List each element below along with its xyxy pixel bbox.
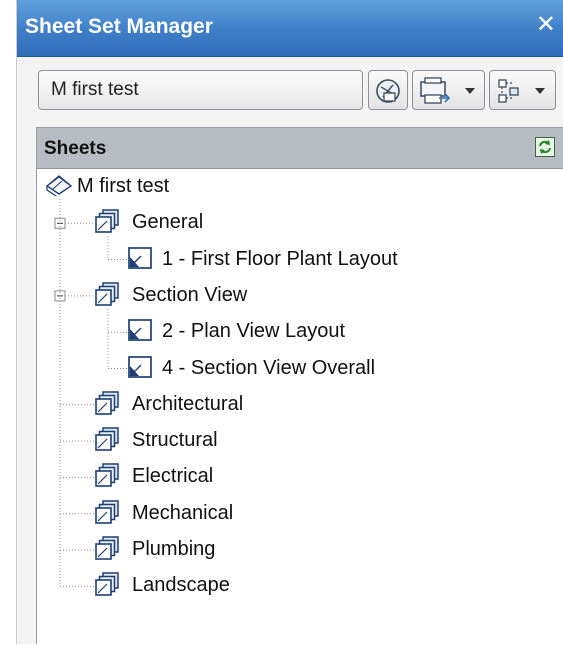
close-icon[interactable]: ✕ bbox=[536, 11, 556, 39]
sheets-tab-label: Sheets bbox=[44, 138, 107, 159]
sheet-set-manager-palette: Sheet Set Manager ✕ M first test Sheets … bbox=[16, 0, 563, 644]
sheet-tree: M first test General 1 - First Floor Plant… bbox=[37, 169, 563, 645]
title-bar[interactable]: Sheet Set Manager ✕ bbox=[17, 0, 563, 57]
subset-icon bbox=[94, 208, 122, 239]
sheet-set-root-label: M first test bbox=[77, 175, 170, 197]
sheet-set-dropdown-value: M first test bbox=[51, 79, 139, 100]
subset-mechanical-label: Mechanical bbox=[132, 501, 234, 524]
sheet-icon bbox=[127, 245, 153, 276]
sheet-1-0-label: 2 - Plan View Layout bbox=[162, 320, 346, 343]
sheet-icon bbox=[127, 317, 153, 348]
subset-icon bbox=[94, 462, 122, 493]
subset-icon bbox=[94, 571, 122, 602]
subset-icon bbox=[94, 499, 122, 530]
model-view-dropdown-button[interactable] bbox=[489, 70, 556, 110]
subset-structural-label: Structural bbox=[132, 429, 218, 452]
plot-dropdown-button[interactable] bbox=[412, 70, 485, 110]
sheet-1-1-label: 4 - Section View Overall bbox=[162, 356, 376, 379]
refresh-icon[interactable] bbox=[535, 137, 555, 157]
subset-general-label: General bbox=[132, 211, 204, 234]
subset-icon bbox=[94, 426, 122, 457]
subset-landscape-label: Landscape bbox=[132, 574, 230, 597]
sheets-panel: Sheets M first test General 1 - First Floo… bbox=[36, 127, 563, 644]
subset-electrical-label: Electrical bbox=[132, 465, 214, 488]
publish-icon bbox=[376, 79, 400, 103]
publish-button[interactable] bbox=[368, 70, 408, 110]
window-title: Sheet Set Manager bbox=[25, 15, 213, 38]
sheet-icon bbox=[127, 354, 153, 385]
subset-icon bbox=[94, 281, 122, 312]
sheet-set-dropdown[interactable]: M first test bbox=[38, 70, 363, 110]
subset-icon bbox=[94, 390, 122, 421]
subset-icon bbox=[94, 535, 122, 566]
model-view-icon bbox=[498, 79, 545, 103]
sheet-0-0-label: 1 - First Floor Plant Layout bbox=[162, 247, 398, 270]
plot-icon bbox=[420, 77, 475, 104]
subset-plumbing-label: Plumbing bbox=[132, 538, 216, 560]
subset-section-view-label: Section View bbox=[132, 283, 248, 306]
sheets-panel-header: Sheets bbox=[37, 128, 563, 169]
sheet-set-icon bbox=[44, 172, 74, 201]
subset-architectural-label: Architectural bbox=[132, 392, 244, 415]
